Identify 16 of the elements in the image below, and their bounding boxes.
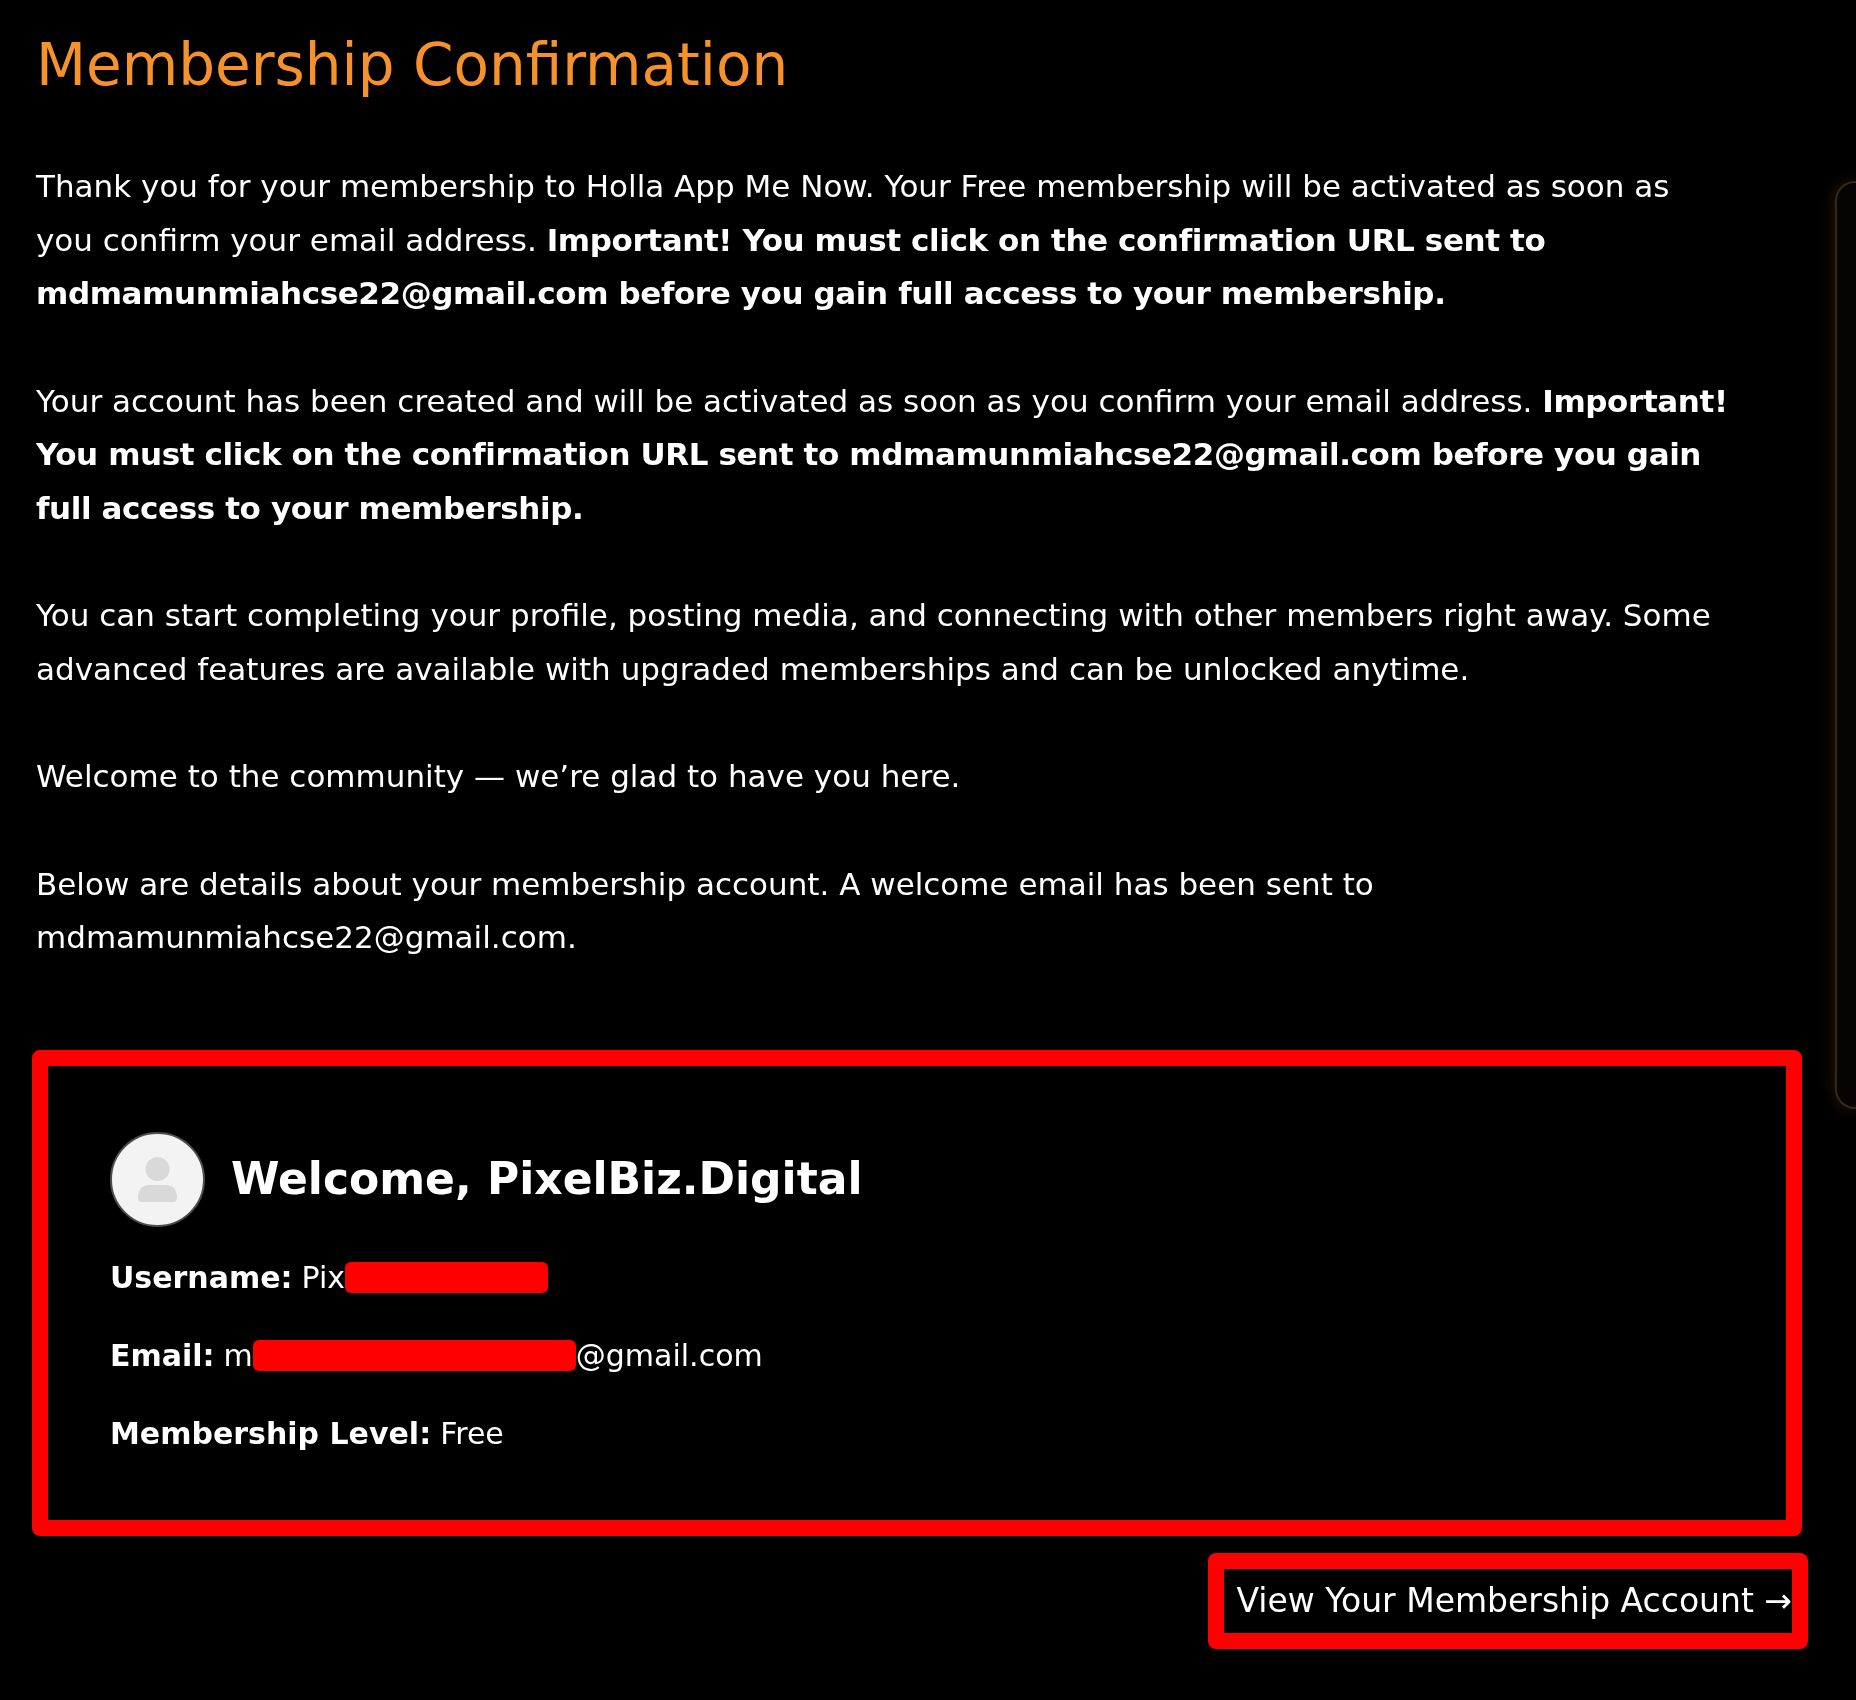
detail-value: @gmail.com	[575, 1336, 763, 1375]
detail-value: Pix	[301, 1258, 346, 1297]
detail-label: Username:	[110, 1258, 293, 1297]
paragraph: Thank you for your membership to Holla App Me Now. Your Free membership will be activated as soon as you confirm your email address. Important! You must click on the confirmation URL sent to mdmamunmiahcse22@gmail.com before you gain full access to your membership.	[36, 167, 1671, 313]
paragraph: Welcome to the community — we’re glad to have you here.	[36, 757, 962, 796]
paragraph: Below are details about your membership account. A welcome email has been sent to mdmamunmiahcse22@gmail.com.	[36, 864, 1375, 957]
paragraph: You can start completing your profile, posting media, and connecting with other members right away. Some advanced features are available with upgraded memberships and can be unlocked anytime.	[36, 596, 1712, 689]
detail-value: m	[223, 1336, 253, 1375]
avatar-icon	[110, 1131, 205, 1227]
detail-label: Email:	[110, 1336, 215, 1375]
view-account-link[interactable]: View Your Membership Account →	[1224, 1568, 1792, 1633]
page-title: Membership Confirmation	[36, 30, 789, 100]
detail-label: Membership Level:	[110, 1414, 432, 1453]
paragraph: Your account has been created and will be activated as soon as you confirm your email address. Important! You must click on the confirmation URL sent to mdmamunmiahcse22@gmail.com before you gain full access to your membership.	[36, 381, 1729, 528]
welcome-heading: Welcome, PixelBiz.Digital	[231, 1152, 863, 1206]
detail-value: Free	[440, 1414, 504, 1453]
